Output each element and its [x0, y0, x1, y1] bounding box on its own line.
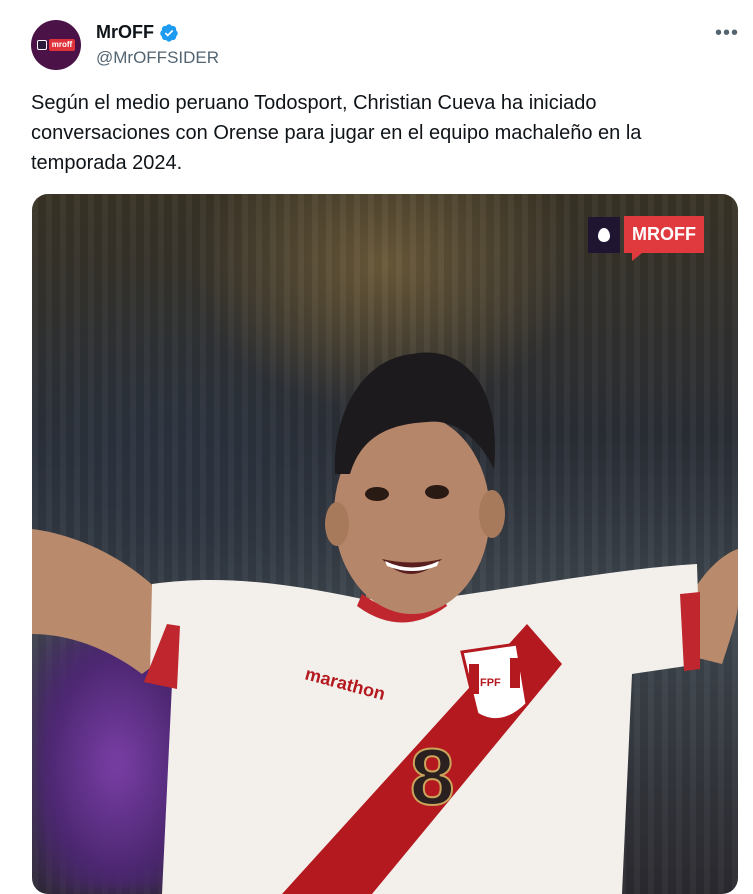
tweet-text: Según el medio peruano Todosport, Christ…	[31, 92, 642, 174]
flame-icon	[36, 40, 47, 50]
more-horizontal-icon: •••	[715, 22, 740, 44]
avatar-logo-text: mroff	[48, 39, 76, 51]
mroff-watermark: MROFF	[588, 216, 704, 261]
display-name[interactable]: MrOFF	[96, 22, 154, 43]
jersey-number: 8	[410, 732, 455, 821]
avatar[interactable]: mroff	[31, 20, 81, 70]
player-illustration: 8 marathon FPF	[32, 352, 738, 894]
badge-text: FPF	[480, 677, 501, 689]
author-name-row: MrOFF	[96, 22, 179, 43]
flame-icon	[588, 216, 620, 253]
verified-badge-icon	[160, 23, 178, 42]
avatar-logo: mroff	[36, 39, 76, 51]
more-options-button[interactable]: •••	[715, 22, 739, 45]
tweet-media[interactable]: 8 marathon FPF MROFF	[32, 194, 738, 894]
watermark-text: MROFF	[624, 216, 704, 261]
author-handle[interactable]: @MrOFFSIDER	[96, 48, 219, 68]
